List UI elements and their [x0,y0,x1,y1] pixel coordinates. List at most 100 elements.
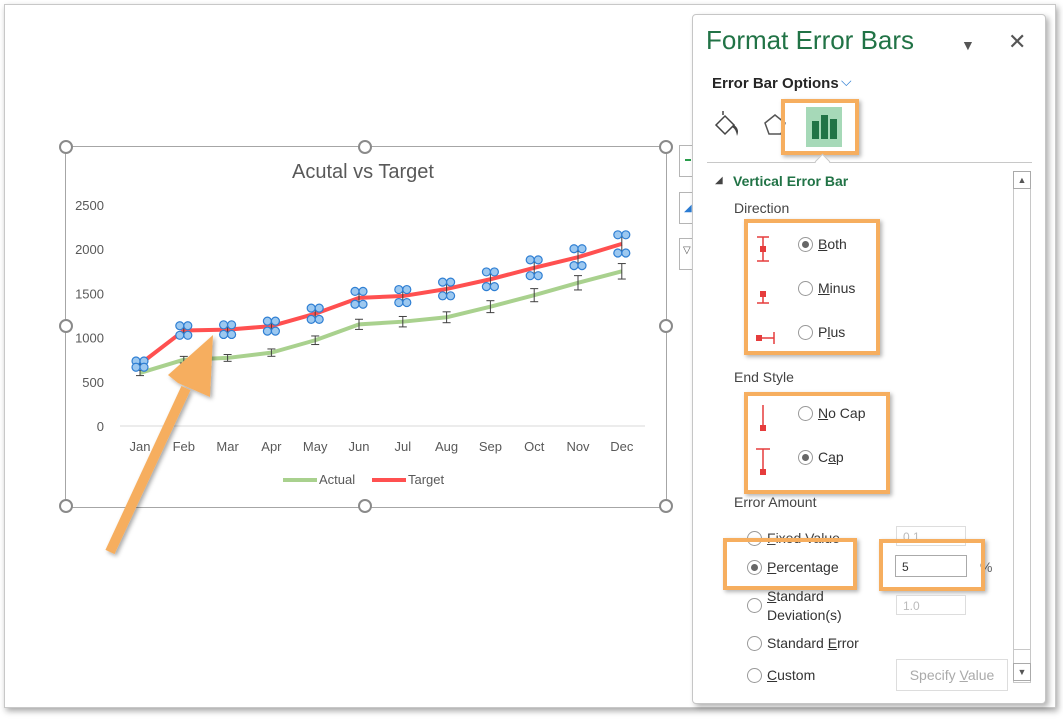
selection-handle[interactable] [183,321,193,331]
fill-line-icon[interactable] [710,107,746,143]
selection-handle[interactable] [525,255,535,265]
selection-handle[interactable] [533,271,543,281]
error-bar-options-dropdown[interactable]: Error Bar Options [712,75,839,92]
selection-handle[interactable] [481,281,491,292]
selection-handle[interactable] [569,260,579,271]
selection-handle[interactable] [621,230,631,240]
selection-handle[interactable] [139,362,149,372]
selection-handle[interactable] [358,286,368,297]
selection-handle[interactable] [402,284,412,295]
selection-handle[interactable] [314,303,324,313]
y-tick-label: 1000 [75,331,104,346]
label-text: rror [837,635,859,651]
standard-deviation-input[interactable]: 1.0 [896,595,966,615]
selection-handle[interactable] [394,284,404,295]
radio-custom[interactable] [747,668,762,683]
scrollbar-thumb[interactable] [1013,188,1031,650]
direction-label: Direction [734,200,790,216]
tab-divider [707,162,1032,163]
resize-handle-bottom-left[interactable] [59,499,73,513]
selection-handle[interactable] [262,326,272,336]
task-pane-options-icon[interactable]: ▼ [961,37,975,53]
selection-handle[interactable] [621,248,631,258]
scroll-down-button[interactable]: ▼ [1013,663,1031,681]
y-tick-label: 0 [97,419,104,434]
selection-handle[interactable] [394,297,404,308]
series-line-target[interactable] [138,241,623,366]
selection-handle[interactable] [402,297,412,308]
selection-handle[interactable] [446,277,456,287]
selection-handle[interactable] [270,326,280,336]
x-tick-label: Apr [261,439,282,454]
legend-label-actual[interactable]: Actual [319,472,355,487]
resize-handle-right[interactable] [659,319,673,333]
error-bar-target-selected[interactable] [131,356,149,372]
x-tick-label: Sep [479,439,502,454]
selection-handle[interactable] [489,281,499,292]
selection-handle[interactable] [227,320,237,330]
resize-handle-top-right[interactable] [659,140,673,154]
close-icon[interactable]: ✕ [1008,29,1026,55]
y-tick-label: 2000 [75,242,104,257]
label-custom[interactable]: Custom [767,667,815,683]
chevron-down-icon[interactable]: ⌵ [841,73,852,90]
selection-handle[interactable] [481,267,491,277]
label-standard-deviation[interactable]: Standard Deviation(s) [767,587,842,625]
resize-handle-top[interactable] [358,140,372,154]
selection-handle[interactable] [489,267,499,277]
selection-handle[interactable] [438,291,448,301]
selection-handle[interactable] [219,329,229,340]
selection-handle[interactable] [175,330,185,340]
selection-handle[interactable] [350,299,360,309]
x-tick-label: Jan [130,439,151,454]
resize-handle-bottom[interactable] [358,499,372,513]
section-vertical-error-bar[interactable]: Vertical Error Bar [733,173,848,189]
series-line-actual[interactable] [139,269,623,375]
collapse-triangle-icon[interactable]: ◢ [715,175,723,186]
selection-handle[interactable] [175,321,185,331]
selection-handle[interactable] [358,299,368,309]
label-text: Standard [767,635,828,651]
radio-standard-deviation[interactable] [747,598,762,613]
selection-handle[interactable] [438,277,448,287]
selection-handle[interactable] [613,230,623,240]
selection-handle[interactable] [350,286,360,297]
specify-value-button[interactable]: Specify Value [896,659,1008,691]
selection-handle[interactable] [306,303,316,313]
x-tick-label: Dec [610,439,634,454]
x-tick-label: May [303,439,328,454]
selection-handle[interactable] [525,271,535,281]
selection-handle[interactable] [262,316,272,326]
x-tick-label: Oct [524,439,545,454]
label-text: ustom [777,667,816,683]
selection-handle[interactable] [314,314,324,324]
accelerator-key: S [767,588,777,604]
accelerator-key: C [767,667,778,683]
scroll-up-button[interactable]: ▲ [1013,171,1031,189]
plus-icon [685,159,691,161]
selection-handle[interactable] [569,244,579,254]
resize-handle-left[interactable] [59,319,73,333]
label-text: Specify [909,667,960,683]
accelerator-key: E [827,635,838,651]
selection-handle[interactable] [613,248,623,258]
selection-handle[interactable] [270,316,280,326]
selection-handle[interactable] [227,329,237,340]
selection-handle[interactable] [533,255,543,265]
chart-title[interactable]: Acutal vs Target [292,161,434,183]
radio-standard-error[interactable] [747,636,762,651]
selection-handle[interactable] [577,260,587,271]
selection-handle[interactable] [446,291,456,301]
selection-handle[interactable] [183,330,193,340]
selection-handle[interactable] [577,244,587,254]
x-tick-label: Jun [349,439,370,454]
selection-handle[interactable] [219,320,229,330]
resize-handle-bottom-right[interactable] [659,499,673,513]
selection-handle[interactable] [131,362,141,372]
resize-handle-top-left[interactable] [59,140,73,154]
legend-label-target[interactable]: Target [408,472,445,487]
x-tick-label: Feb [173,439,195,454]
label-standard-error[interactable]: Standard Error [767,635,859,651]
selection-handle[interactable] [306,314,316,324]
brush-icon: ◢ [684,203,692,214]
